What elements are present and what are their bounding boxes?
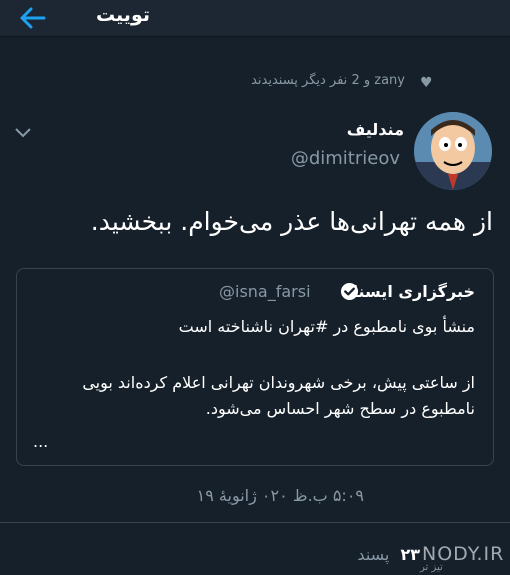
chevron-down-icon[interactable]: [14, 124, 32, 138]
tweet-timestamp: ۵:۰۹ ب.ظ ۰۲۰ ژانویهٔ ۱۹: [196, 486, 364, 505]
divider: [0, 522, 510, 523]
watermark-subtitle: تیز تر: [420, 562, 443, 573]
social-context[interactable]: ♥ zany و 2 نفر دیگر پسندیدند: [0, 70, 510, 94]
back-button[interactable]: [18, 6, 46, 30]
quote-text-line: نامطبوع در سطح شهر احساس می‌شود.: [205, 399, 475, 418]
verified-icon: [340, 282, 359, 301]
avatar[interactable]: [414, 112, 492, 190]
quote-text-line: منشأ بوی نامطبوع در #تهران ناشناخته است: [178, 317, 475, 336]
top-bar: توییت: [0, 0, 510, 37]
likes-count-link[interactable]: ۲۳ پسند: [357, 545, 420, 564]
quoted-tweet-card[interactable]: خبرگزاری ایسنا @isna_farsi منشأ بوی نامط…: [16, 268, 494, 466]
quote-author-name: خبرگزاری ایسنا: [352, 282, 475, 301]
likes-label: پسند: [357, 545, 390, 564]
arrow-left-icon: [20, 7, 46, 29]
author-username[interactable]: @dimitrieov: [291, 148, 400, 169]
quote-author-handle: @isna_farsi: [219, 282, 311, 301]
quote-text-line: از ساعتی پیش، برخی شهروندان تهرانی اعلام…: [82, 373, 475, 392]
likes-count: ۲۳: [400, 545, 420, 564]
page-title: توییت: [95, 4, 150, 26]
likes-context-text: zany و 2 نفر دیگر پسندیدند: [251, 73, 405, 88]
tweet-text: از همه تهرانی‌ها عذر می‌خوام. ببخشید.: [90, 207, 493, 236]
author-display-name[interactable]: مندلیف: [347, 120, 404, 139]
quote-ellipsis: ...: [33, 432, 49, 451]
heart-icon: ♥: [420, 75, 433, 91]
